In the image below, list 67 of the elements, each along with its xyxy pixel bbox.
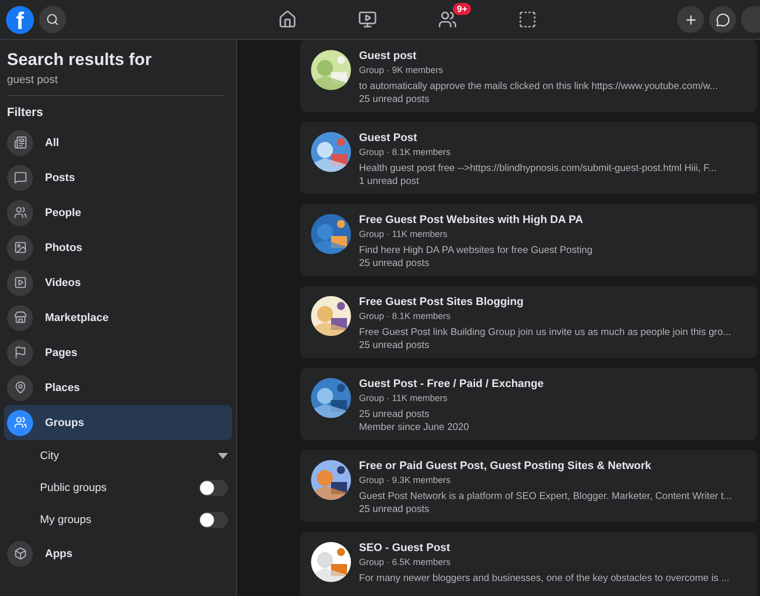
group-info: Member since June 2020 xyxy=(359,421,470,434)
filter-item[interactable]: Groups xyxy=(4,405,232,440)
group-meta: Group · 11K members xyxy=(359,393,448,403)
house-icon xyxy=(278,10,296,29)
search-query: guest post xyxy=(7,74,59,86)
video-icon xyxy=(358,10,376,29)
group-card[interactable]: Free Guest Post Sites Blogging Group · 8.1K members Free Guest Post link Building Group join us invite us as much as people join this gro... 25 unread posts xyxy=(300,286,757,358)
people-icon xyxy=(7,200,33,226)
group-info: Guest Post Network is a platform of SEO Expert, Blogger. Marketer, Content Writer t... xyxy=(359,490,732,503)
group-meta: Group · 9.3K members xyxy=(359,475,452,485)
notification-badge: 9+ xyxy=(453,3,472,15)
group-name[interactable]: Guest post xyxy=(359,50,718,62)
filter-item[interactable]: Pages xyxy=(4,335,232,370)
toggle-switch[interactable] xyxy=(199,512,228,528)
group-card[interactable]: SEO - Guest Post Group · 6.5K members For many newer bloggers and businesses, one of the key obstacles to overcome is ... xyxy=(300,532,757,596)
filter-item[interactable]: Posts xyxy=(4,160,232,195)
group-info: Health guest post free -->https://blindhypnosis.com/submit-guest-post.html Hiii, F... xyxy=(359,162,716,175)
group-info: 25 unread posts xyxy=(359,503,430,516)
group-name[interactable]: Guest Post - Free / Paid / Exchange xyxy=(359,378,544,390)
create-button[interactable] xyxy=(677,6,704,33)
toggle-label: My groups xyxy=(40,514,92,526)
group-name[interactable]: SEO - Guest Post xyxy=(359,542,730,554)
groups-tab[interactable]: 9+ xyxy=(407,0,487,39)
square-icon xyxy=(518,10,536,29)
messenger-button[interactable] xyxy=(709,6,736,33)
group-meta: Group · 11K members xyxy=(359,229,448,239)
caret-icon xyxy=(218,453,228,459)
filter-item[interactable]: Places xyxy=(4,370,232,405)
group-info: 25 unread posts xyxy=(359,339,430,352)
group-name[interactable]: Free Guest Post Websites with High DA PA xyxy=(359,214,592,226)
group-meta: Group · 8.1K members xyxy=(359,311,452,321)
logo[interactable]: f xyxy=(6,6,34,34)
group-card[interactable]: Guest post Group · 9K members to automatically approve the mails clicked on this link https://www.youtube.com/w... 25 unread posts xyxy=(300,40,757,112)
filter-item[interactable]: Marketplace xyxy=(4,300,232,335)
group-info: Find here High DA PA websites for free Guest Posting xyxy=(359,244,592,257)
group-info: 1 unread post xyxy=(359,175,420,188)
group-info: 25 unread posts xyxy=(359,93,430,106)
toggle-switch[interactable] xyxy=(199,480,228,496)
group-card[interactable]: Guest Post - Free / Paid / Exchange Group · 11K members 25 unread posts Member since June 2020 xyxy=(300,368,757,440)
page-title: Search results for xyxy=(7,50,153,70)
filter-item[interactable]: All xyxy=(4,125,232,160)
group-card[interactable]: Guest Post Group · 8.1K members Health guest post free -->https://blindhypnosis.com/submit-guest-post.html Hiii, F... 1 unread post xyxy=(300,122,757,194)
people-icon xyxy=(438,10,456,29)
group-card[interactable]: Free or Paid Guest Post, Guest Posting Sites & Network Group · 9.3K members Guest Post Network is a platform of SEO Expert, Blogger. Marketer, Content Writer t... 25 unread posts xyxy=(300,450,757,522)
group-info: 25 unread posts xyxy=(359,408,430,421)
filter-item[interactable]: People xyxy=(4,195,232,230)
group-name[interactable]: Free or Paid Guest Post, Guest Posting Sites & Network xyxy=(359,460,732,472)
plus-icon xyxy=(684,12,698,26)
filter-item[interactable]: Apps xyxy=(4,536,232,571)
group-meta: Group · 8.1K members xyxy=(359,147,452,157)
toggle-label: Public groups xyxy=(40,482,108,494)
search-button[interactable] xyxy=(39,6,66,33)
group-meta: Group · 9K members xyxy=(359,65,444,75)
group-info: Free Guest Post link Building Group join us invite us as much as people join this gro... xyxy=(359,326,731,339)
group-meta: Group · 6.5K members xyxy=(359,557,452,567)
group-info: For many newer bloggers and businesses, one of the key obstacles to overcome is ... xyxy=(359,572,730,585)
group-info: to automatically approve the mails clicked on this link https://www.youtube.com/w... xyxy=(359,80,718,93)
group-name[interactable]: Free Guest Post Sites Blogging xyxy=(359,296,731,308)
search-icon xyxy=(46,13,59,26)
filter-item[interactable]: Photos xyxy=(4,230,232,265)
filters-heading: Filters xyxy=(7,105,44,119)
group-card[interactable]: Free Guest Post Websites with High DA PA Group · 11K members Find here High DA PA websites for free Guest Posting 25 unread posts xyxy=(300,204,757,276)
city-dropdown[interactable]: City xyxy=(40,450,218,462)
group-info: 25 unread posts xyxy=(359,257,430,270)
chat-bubble-icon xyxy=(716,12,730,26)
group-name[interactable]: Guest Post xyxy=(359,132,716,144)
filter-item[interactable]: Videos xyxy=(4,265,232,300)
